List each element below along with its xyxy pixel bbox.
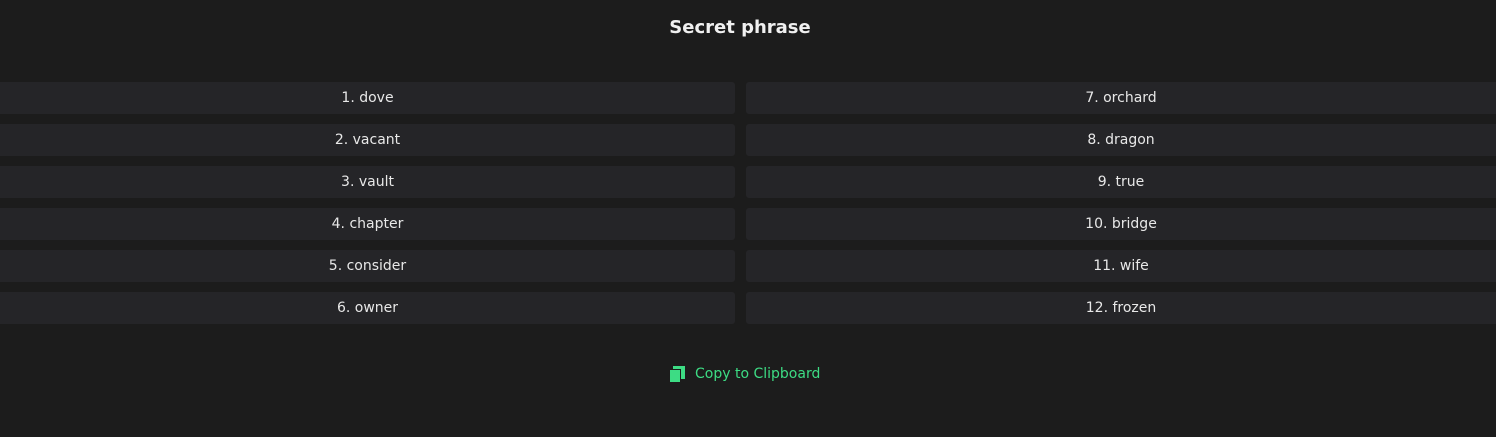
phrase-word: 12. frozen [746,292,1496,324]
phrase-word: 3. vault [0,166,735,198]
phrase-word: 11. wife [746,250,1496,282]
phrase-word: 4. chapter [0,208,735,240]
phrase-word: 2. vacant [0,124,735,156]
phrase-word: 8. dragon [746,124,1496,156]
phrase-word: 1. dove [0,82,735,114]
copy-to-clipboard-button[interactable]: Copy to Clipboard [668,364,820,384]
phrase-column-right: 7. orchard 8. dragon 9. true 10. bridge … [746,82,1496,324]
phrase-column-left: 1. dove 2. vacant 3. vault 4. chapter 5.… [0,82,735,324]
page-title: Secret phrase [669,17,811,38]
phrase-word: 10. bridge [746,208,1496,240]
phrase-word: 6. owner [0,292,735,324]
phrase-word: 5. consider [0,250,735,282]
copy-to-clipboard-label: Copy to Clipboard [695,366,821,382]
phrase-word: 7. orchard [746,82,1496,114]
phrase-word: 9. true [746,166,1496,198]
copy-icon [669,365,685,383]
